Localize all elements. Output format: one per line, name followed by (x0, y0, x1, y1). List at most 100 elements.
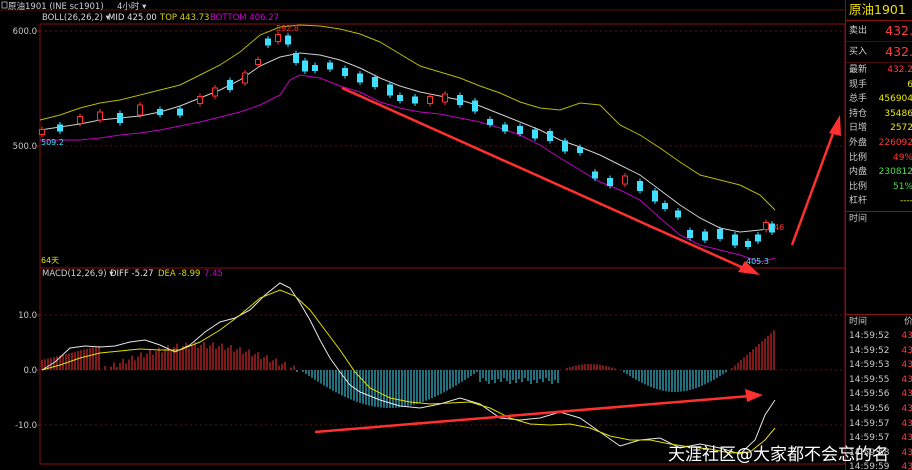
buy-row[interactable]: 买入 432. (846, 42, 912, 63)
menu-icon[interactable] (1, 1, 8, 9)
candle-body (302, 60, 308, 72)
candle-body (687, 230, 693, 238)
quote-stat-value: 230812 (878, 167, 912, 178)
tick-row[interactable]: 14:59:57 43 (846, 417, 912, 432)
candle-body (427, 96, 433, 104)
up-forecast-arrowhead (829, 115, 841, 136)
quote-stat-row: 日增 2572 (846, 121, 912, 136)
quote-stat-value: ---- (900, 196, 912, 207)
candle-body (732, 234, 738, 246)
candle-body (117, 113, 123, 123)
candle-body (763, 222, 769, 230)
high-price-label: 592.8 (276, 24, 299, 33)
quote-title: 原油1901 (846, 0, 912, 21)
candle-body (487, 119, 493, 125)
tick-row[interactable]: 14:59:52 43 (846, 344, 912, 359)
tick-time: 14:59:57 (849, 418, 890, 429)
low-price-label: 405.3 (746, 257, 769, 266)
sell-price: 432. (885, 23, 912, 38)
tick-price: 43 (901, 403, 912, 414)
candle-body (607, 178, 613, 186)
candle-body (137, 104, 143, 116)
symbol-title: 原油1901 (INE sc1901) (8, 1, 104, 12)
candle-body (372, 77, 378, 87)
quote-stat-row: 最新 432.2 (846, 63, 912, 78)
macd-tick-0: 0.0 (23, 366, 37, 376)
candle-body (327, 62, 333, 70)
candle-body (227, 80, 233, 90)
tick-time: 14:59:52 (849, 345, 890, 356)
price-tick-500: 500.0 (13, 142, 37, 152)
candle-body (577, 147, 583, 153)
candle-body (177, 108, 183, 116)
candle-body (312, 65, 318, 71)
macd-tick-10: 10.0 (18, 311, 37, 321)
tick-time: 14:59:56 (849, 403, 890, 414)
candle-body (675, 210, 681, 218)
quote-stat-label: 比例 (849, 181, 868, 192)
start-price-label: 509.2 (41, 138, 64, 147)
tick-row[interactable]: 14:59:55 43 (846, 373, 912, 388)
macd-dea: DEA -8.99 (158, 269, 200, 279)
boll-top: TOP 443.73 (159, 13, 209, 23)
tick-price: 43 (901, 462, 912, 470)
quote-stats: 最新 432.2 现手 6 总手 456904 持仓 35486 日增 2572 外盘 226092 比… (846, 63, 912, 209)
candle-body (442, 93, 448, 103)
down-trend-arrow (341, 86, 749, 272)
candle-body (637, 181, 643, 191)
sell-row[interactable]: 卖出 432. (846, 21, 912, 42)
tick-row[interactable]: 14:59:56 43 (846, 387, 912, 402)
tick-row[interactable]: 14:59:53 43 (846, 358, 912, 373)
macd-divergence-arrowhead (745, 389, 763, 402)
tick-price: 43 (901, 360, 912, 371)
quote-stat-row: 杠杆 ---- (846, 194, 912, 209)
quote-stat-value: 35486 (884, 108, 912, 119)
quote-stat-label: 最新 (849, 65, 868, 75)
quote-stat-label: 外盘 (849, 137, 868, 148)
candle-body (652, 190, 658, 202)
quote-panel: 原油1901 卖出 432. 买入 432. 最新 432.2 现手 6 总手 45690… (845, 0, 912, 470)
ticks-price-header: 价 (904, 315, 912, 329)
candle-body (412, 96, 418, 104)
candle-body (745, 241, 751, 247)
tick-row[interactable]: 14:59:56 43 (846, 402, 912, 417)
quote-stat-value: 432.2 (887, 65, 912, 75)
candle-body (387, 84, 393, 96)
candle-body (285, 35, 291, 45)
days-label: 64天 (41, 256, 59, 265)
quote-stat-label: 日增 (849, 123, 868, 134)
watermark-text: 天涯社区@大家都不会忘的名 (668, 445, 889, 465)
tick-row[interactable]: 14:59:52 43 (846, 329, 912, 344)
candle-body (97, 111, 103, 121)
candle-body (517, 126, 523, 134)
candle-body (562, 140, 568, 152)
buy-price: 432. (885, 44, 912, 59)
candle-body (197, 96, 203, 104)
boll-label[interactable]: BOLL(26,26,2) ▾ (42, 13, 111, 23)
tick-price: 43 (901, 330, 912, 341)
candle-body (357, 73, 363, 83)
quote-stat-label: 内盘 (849, 167, 868, 178)
quote-stat-value: 49% (892, 152, 912, 163)
quote-stat-value: 226092 (878, 137, 912, 148)
candle-body (457, 95, 463, 105)
candle-body (502, 124, 508, 132)
quote-stat-value: 51% (892, 181, 912, 192)
boll-bottom: BOTTOM 406.27 (210, 13, 279, 23)
tick-time: 14:59:55 (849, 374, 890, 385)
quote-stat-value: 2572 (890, 123, 912, 134)
candle-body (702, 231, 708, 241)
candle-body (472, 100, 478, 112)
period-selector[interactable]: 4小时 ▾ (117, 1, 147, 12)
candle-body (293, 53, 299, 63)
quote-stat-value: 456904 (878, 94, 912, 105)
quote-stat-row: 比例 49% (846, 151, 912, 166)
macd-label[interactable]: MACD(12,26,9) ▾ (42, 269, 114, 279)
candle-body (592, 171, 598, 179)
macd-tick-m10: -10.0 (15, 421, 37, 431)
tick-time: 14:59:53 (849, 360, 890, 371)
price-axis: 600.0 500.0 10.0 0.0 -10.0 (13, 27, 40, 431)
kline-chart[interactable]: 600.0 500.0 10.0 0.0 -10.0 原油1901 (INE s… (0, 0, 912, 470)
tick-price: 43 (901, 433, 912, 444)
quote-stat-label: 总手 (849, 94, 868, 105)
